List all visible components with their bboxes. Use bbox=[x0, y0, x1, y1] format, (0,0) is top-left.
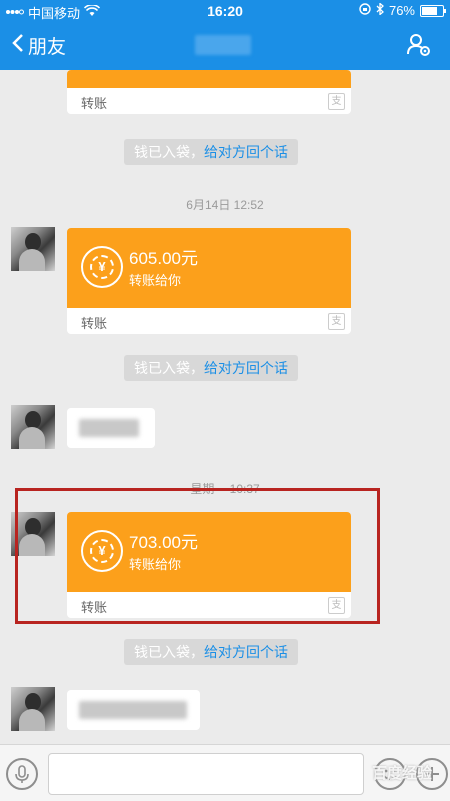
highlight-box bbox=[15, 488, 380, 624]
transfer-label: 转账 bbox=[81, 96, 108, 111]
transfer-card[interactable]: 转账 支 bbox=[67, 70, 351, 114]
microphone-icon bbox=[8, 765, 36, 792]
reply-link[interactable]: 给对方回个话 bbox=[204, 144, 288, 160]
transfer-amount: 605.00元 bbox=[129, 249, 198, 268]
system-message-text: 钱已入袋， bbox=[134, 360, 204, 376]
battery-icon bbox=[420, 4, 446, 17]
yuan-symbol-icon: ¥ bbox=[90, 255, 114, 279]
back-label: 朋友 bbox=[28, 37, 67, 58]
transfer-card-footer: 转账 支 bbox=[67, 308, 351, 334]
alipay-icon: 支 bbox=[328, 93, 345, 110]
user-settings-icon bbox=[406, 34, 432, 62]
avatar[interactable] bbox=[11, 687, 55, 731]
system-message: 钱已入袋，给对方回个话 bbox=[124, 639, 298, 665]
voice-button[interactable] bbox=[6, 758, 38, 790]
watermark: 百度经验 bbox=[371, 765, 432, 782]
system-message: 钱已入袋，给对方回个话 bbox=[124, 355, 298, 381]
blurred-message-text bbox=[79, 701, 187, 719]
system-message: 钱已入袋，给对方回个话 bbox=[124, 139, 298, 165]
back-button[interactable]: 朋友 bbox=[12, 32, 66, 59]
system-message-text: 钱已入袋， bbox=[134, 144, 204, 160]
transfer-label: 转账 bbox=[81, 316, 108, 331]
blurred-message-text bbox=[79, 419, 139, 437]
status-right: 76% bbox=[359, 2, 446, 18]
battery-percent: 76% bbox=[388, 3, 415, 18]
message-input[interactable] bbox=[48, 753, 364, 795]
reply-link[interactable]: 给对方回个话 bbox=[204, 644, 288, 660]
text-message-bubble[interactable] bbox=[67, 690, 200, 730]
battery-level bbox=[422, 6, 438, 15]
system-message-text: 钱已入袋， bbox=[134, 644, 204, 660]
avatar-body bbox=[19, 427, 45, 449]
battery-tip bbox=[444, 8, 446, 13]
avatar[interactable] bbox=[11, 227, 55, 271]
rotation-lock-icon bbox=[359, 3, 371, 18]
contact-name-blurred bbox=[195, 35, 251, 55]
chevron-left-icon bbox=[12, 33, 24, 59]
status-bar: 中国移动 16:20 76% bbox=[0, 0, 450, 22]
text-message-bubble[interactable] bbox=[67, 408, 155, 448]
transfer-card-top: ¥ 605.00元 转账给你 bbox=[67, 228, 351, 308]
profile-settings-button[interactable] bbox=[406, 32, 432, 63]
nav-bar: 朋友 bbox=[0, 22, 450, 70]
transfer-card-footer: 转账 支 bbox=[67, 88, 351, 114]
avatar-body bbox=[19, 709, 45, 731]
avatar[interactable] bbox=[11, 405, 55, 449]
alipay-icon: 支 bbox=[328, 313, 345, 330]
transfer-coin-icon: ¥ bbox=[81, 246, 123, 288]
transfer-card-top bbox=[67, 70, 351, 88]
transfer-description: 转账给你 bbox=[129, 273, 182, 288]
timestamp: 6月14日 12:52 bbox=[186, 198, 264, 212]
bluetooth-icon bbox=[376, 2, 384, 18]
reply-link[interactable]: 给对方回个话 bbox=[204, 360, 288, 376]
avatar-body bbox=[19, 249, 45, 271]
transfer-card[interactable]: ¥ 605.00元 转账给你 转账 支 bbox=[67, 228, 351, 334]
chat-area[interactable]: 转账 支 钱已入袋，给对方回个话 6月14日 12:52 ¥ 605.00元 转… bbox=[0, 70, 450, 744]
